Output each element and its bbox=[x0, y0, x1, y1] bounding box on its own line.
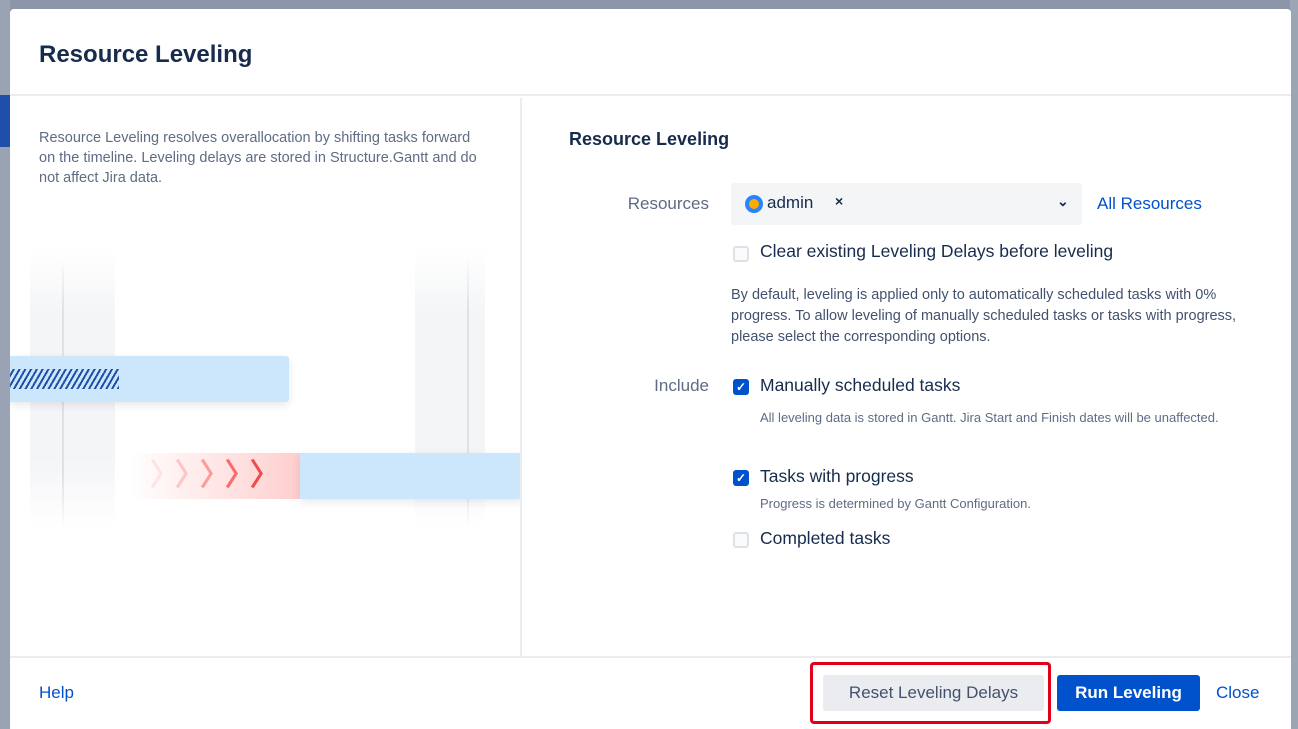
illustration-panel: Resource Leveling resolves overallocatio… bbox=[10, 98, 522, 656]
progress-tasks-description: Progress is determined by Gantt Configur… bbox=[760, 496, 1031, 511]
dialog-header: Resource Leveling bbox=[10, 9, 1291, 96]
user-avatar-icon bbox=[745, 195, 763, 213]
run-leveling-button[interactable]: Run Leveling bbox=[1057, 675, 1200, 711]
leveling-description: Resource Leveling resolves overallocatio… bbox=[39, 130, 477, 186]
manual-tasks-checkbox[interactable]: ✓ bbox=[733, 379, 749, 395]
leveling-delay-hatch bbox=[10, 369, 119, 389]
settings-panel: Resource Leveling Resources admin × ⌄ Al… bbox=[524, 98, 1291, 656]
progress-tasks-label[interactable]: Tasks with progress bbox=[760, 466, 914, 487]
dialog-title: Resource Leveling bbox=[39, 41, 253, 68]
clear-delays-label[interactable]: Clear existing Leveling Delays before le… bbox=[760, 241, 1113, 262]
task-bar-delayed bbox=[10, 356, 289, 402]
manual-tasks-description: All leveling data is stored in Gantt. Ji… bbox=[760, 410, 1219, 425]
include-help-text: By default, leveling is applied only to … bbox=[731, 287, 1237, 345]
resources-label: Resources bbox=[627, 194, 709, 213]
background-page-right bbox=[1290, 0, 1298, 729]
dialog-footer: Help Reset Leveling Delays Run Leveling … bbox=[10, 656, 1291, 729]
manual-tasks-label[interactable]: Manually scheduled tasks bbox=[760, 375, 960, 396]
section-title: Resource Leveling bbox=[569, 129, 730, 149]
all-resources-link[interactable]: All Resources bbox=[1097, 194, 1202, 214]
chevron-down-icon[interactable]: ⌄ bbox=[1057, 193, 1069, 210]
close-link[interactable]: Close bbox=[1216, 683, 1259, 703]
include-label: Include bbox=[654, 376, 709, 395]
chevron-right-icon: 〉 bbox=[250, 459, 280, 492]
resource-tag-label: admin bbox=[767, 193, 814, 212]
completed-tasks-label[interactable]: Completed tasks bbox=[760, 528, 890, 549]
leveling-illustration: 〉 〉 〉 〉 〉 16 16 16 8 8 bbox=[10, 248, 520, 608]
remove-tag-icon[interactable]: × bbox=[835, 193, 843, 209]
task-bar-shifted bbox=[300, 453, 520, 499]
completed-tasks-checkbox[interactable] bbox=[733, 532, 749, 548]
reset-leveling-delays-button[interactable]: Reset Leveling Delays bbox=[823, 675, 1044, 711]
progress-tasks-checkbox[interactable]: ✓ bbox=[733, 470, 749, 486]
background-accent bbox=[0, 95, 10, 147]
clear-delays-checkbox[interactable] bbox=[733, 246, 749, 262]
resource-leveling-dialog: Resource Leveling Resource Leveling reso… bbox=[10, 9, 1291, 729]
help-link[interactable]: Help bbox=[39, 683, 74, 703]
resources-select[interactable]: admin × ⌄ bbox=[731, 183, 1082, 225]
